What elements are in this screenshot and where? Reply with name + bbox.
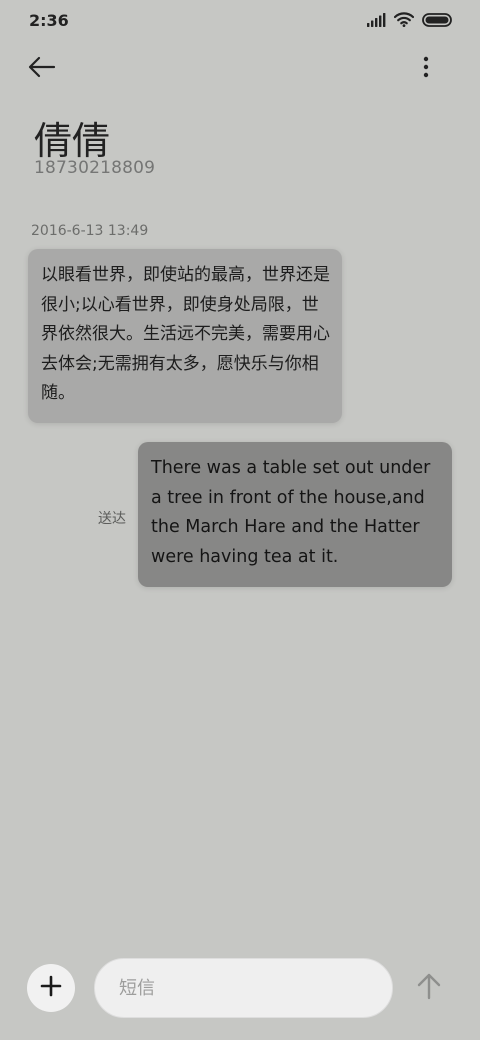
contact-number: 18730218809 (34, 158, 156, 178)
battery-icon (422, 12, 452, 31)
back-arrow-icon (28, 56, 56, 82)
send-arrow-icon (417, 972, 441, 1004)
outgoing-message-bubble[interactable]: There was a table set out under a tree i… (138, 442, 452, 587)
back-button[interactable] (28, 52, 72, 86)
attach-button[interactable] (27, 964, 75, 1012)
status-time: 2:36 (29, 11, 69, 30)
status-icons (367, 12, 452, 31)
contact-name: 倩倩 (34, 119, 111, 163)
more-vertical-icon (423, 56, 429, 82)
signal-icon (367, 12, 386, 31)
more-options-button[interactable] (410, 52, 442, 86)
message-input[interactable] (94, 958, 393, 1018)
wifi-icon (393, 12, 415, 31)
sms-conversation-screen: 2:36 倩倩 18730218809 2016-6-13 13:49 以眼看世… (0, 0, 480, 1040)
incoming-message-text: 以眼看世界，即使站的最高，世界还是很小;以心看世界，即使身处局限，世界依然很大。… (41, 265, 330, 403)
message-timestamp: 2016-6-13 13:49 (31, 223, 149, 239)
outgoing-message-text: There was a table set out under a tree i… (151, 458, 431, 567)
plus-icon (40, 975, 62, 1001)
delivery-status: 送达 (98, 511, 126, 527)
incoming-message-bubble[interactable]: 以眼看世界，即使站的最高，世界还是很小;以心看世界，即使身处局限，世界依然很大。… (28, 249, 342, 423)
send-button[interactable] (410, 968, 448, 1008)
status-bar: 2:36 (0, 0, 480, 42)
